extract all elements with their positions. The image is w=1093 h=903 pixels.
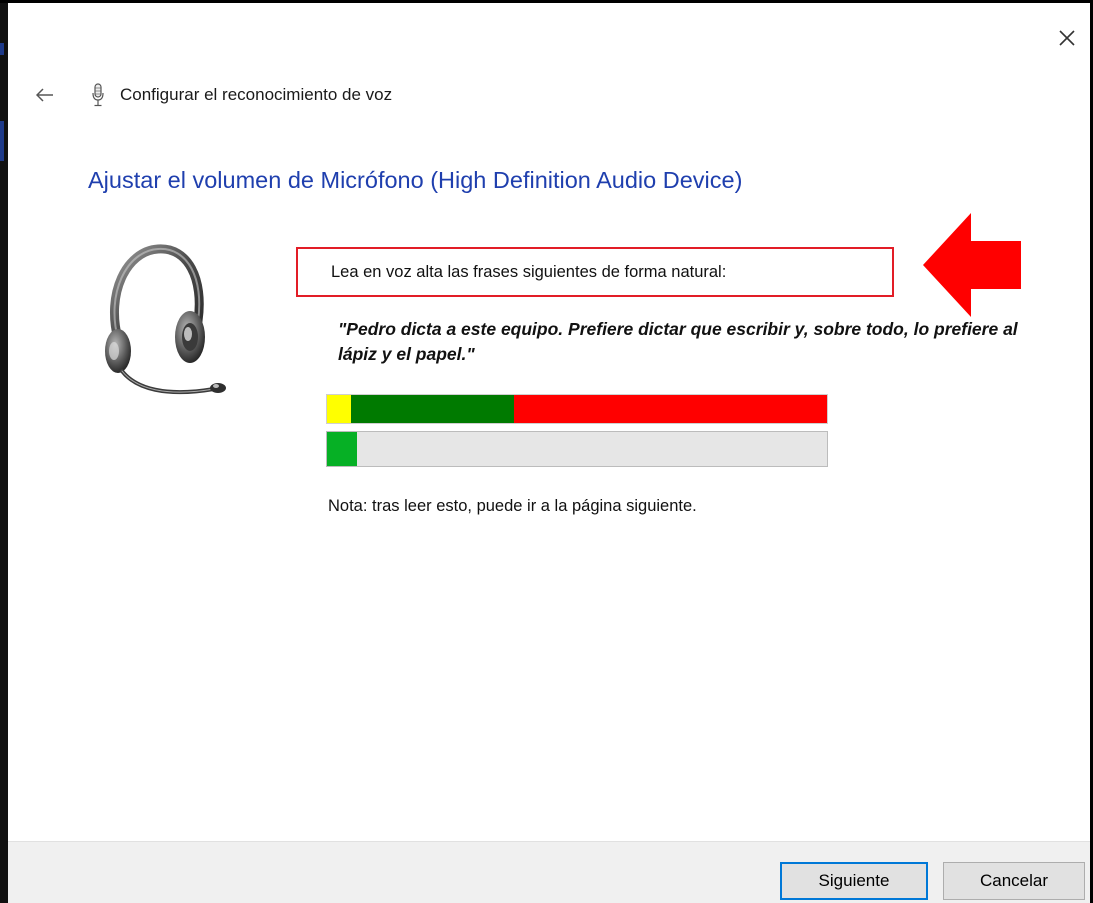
volume-range-indicator [326, 394, 828, 424]
back-arrow-icon [36, 88, 53, 102]
speech-setup-window: Configurar el reconocimiento de voz Ajus… [0, 0, 1093, 903]
wizard-title: Configurar el reconocimiento de voz [120, 85, 393, 104]
red-arrow-icon [923, 213, 1021, 317]
close-icon [1059, 30, 1075, 46]
window-edge-accent [0, 43, 4, 55]
back-button[interactable] [34, 84, 56, 106]
headset-icon [105, 244, 226, 395]
microphone-icon [90, 82, 106, 108]
instruction-highlight-box: Lea en voz alta las frases siguientes de… [296, 247, 894, 297]
next-button[interactable]: Siguiente [780, 862, 928, 900]
note-text: Nota: tras leer esto, puede ir a la pági… [328, 497, 697, 515]
cancel-button[interactable]: Cancelar [943, 862, 1085, 900]
page-heading: Ajustar el volumen de Micrófono (High De… [88, 167, 743, 193]
level-good-segment [351, 395, 514, 423]
window-edge-accent [0, 121, 4, 161]
button-bar: Siguiente Cancelar [8, 841, 1090, 903]
headset-illustration [96, 239, 236, 409]
level-low-segment [327, 395, 351, 423]
volume-meter-fill [327, 432, 357, 466]
close-button[interactable] [1044, 3, 1090, 73]
wizard-nav: Configurar el reconocimiento de voz [34, 77, 392, 113]
volume-meter [326, 431, 828, 467]
level-high-segment [514, 395, 827, 423]
instruction-text: Lea en voz alta las frases siguientes de… [331, 262, 727, 281]
sample-sentence: "Pedro dicta a este equipo. Prefiere dic… [338, 319, 1018, 364]
